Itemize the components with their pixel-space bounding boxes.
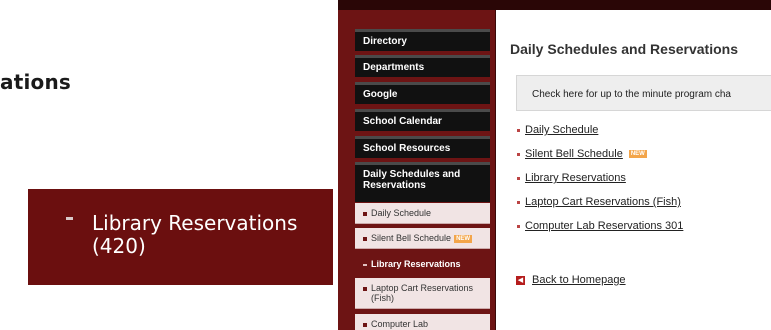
- sub-library-reservations-active[interactable]: Library Reservations: [355, 254, 490, 274]
- bullet-icon: [517, 128, 520, 132]
- page-heading-fragment: ations: [0, 70, 71, 94]
- list-item: Silent Bell Schedule NEW: [517, 148, 647, 160]
- notice-box[interactable]: Check here for up to the minute program …: [516, 75, 771, 111]
- sub-daily-schedule[interactable]: Daily Schedule: [355, 203, 490, 224]
- nav-label-line2: Reservations: [363, 180, 426, 191]
- nav-directory[interactable]: Directory: [355, 29, 490, 51]
- sub-label: Laptop Cart Reservations: [371, 283, 474, 293]
- nav-daily-schedules-reservations[interactable]: Daily Schedules and Reservations: [355, 162, 490, 202]
- link-laptop-cart-reservations[interactable]: Laptop Cart Reservations (Fish): [525, 196, 681, 208]
- zoomed-menu-item[interactable]: Library Reservations (420): [28, 189, 333, 285]
- bullet-icon: [363, 286, 367, 291]
- zoomed-label-line2: (420): [92, 234, 146, 258]
- list-item: Library Reservations: [517, 172, 626, 184]
- sub-computer-lab[interactable]: Computer Lab: [355, 314, 490, 330]
- sub-label: Daily Schedule: [371, 208, 432, 218]
- sub-label: Silent Bell Schedule: [371, 233, 452, 243]
- bullet-icon: [517, 176, 520, 180]
- list-item: Computer Lab Reservations 301: [517, 220, 683, 232]
- bullet-icon: [517, 224, 520, 228]
- sidebar: Directory Departments Google School Cale…: [338, 10, 496, 330]
- back-to-homepage: ◀ Back to Homepage: [516, 274, 626, 286]
- zoomed-label-line1: Library Reservations: [92, 211, 298, 235]
- new-badge-icon: NEW: [454, 234, 473, 243]
- bullet-icon: [363, 263, 367, 266]
- main-content: Daily Schedules and Reservations Check h…: [498, 10, 771, 330]
- bullet-icon: [363, 322, 367, 327]
- link-computer-lab-reservations[interactable]: Computer Lab Reservations 301: [525, 220, 683, 232]
- sub-label: Library Reservations: [371, 259, 461, 269]
- new-badge-icon: NEW: [628, 150, 647, 159]
- back-arrow-icon[interactable]: ◀: [516, 275, 525, 285]
- sub-label-line2: (Fish): [371, 293, 394, 303]
- bullet-icon: [363, 236, 367, 241]
- zoomed-menu-label: Library Reservations (420): [92, 212, 297, 258]
- nav-departments[interactable]: Departments: [355, 55, 490, 77]
- back-to-homepage-link[interactable]: Back to Homepage: [532, 274, 626, 286]
- bullet-icon: [517, 152, 520, 156]
- sub-silent-bell-schedule[interactable]: Silent Bell Schedule NEW: [355, 228, 490, 249]
- bullet-icon: [363, 211, 367, 216]
- top-bar: [338, 0, 771, 10]
- bullet-icon: [517, 200, 520, 204]
- sub-label: Computer Lab: [371, 319, 429, 329]
- nav-label-line1: Daily Schedules and: [363, 169, 461, 180]
- page-title: Daily Schedules and Reservations: [510, 41, 738, 57]
- link-library-reservations[interactable]: Library Reservations: [525, 172, 626, 184]
- nav-school-resources[interactable]: School Resources: [355, 136, 490, 158]
- list-item: Laptop Cart Reservations (Fish): [517, 196, 681, 208]
- link-silent-bell-schedule[interactable]: Silent Bell Schedule: [525, 148, 623, 160]
- nav-school-calendar[interactable]: School Calendar: [355, 109, 490, 131]
- website-screenshot: Directory Departments Google School Cale…: [338, 0, 771, 330]
- bullet-icon: [66, 217, 73, 220]
- notice-text: Check here for up to the minute program …: [532, 89, 731, 100]
- nav-google[interactable]: Google: [355, 82, 490, 104]
- list-item: Daily Schedule: [517, 124, 598, 136]
- sub-laptop-cart-reservations[interactable]: Laptop Cart Reservations (Fish): [355, 278, 490, 309]
- link-daily-schedule[interactable]: Daily Schedule: [525, 124, 598, 136]
